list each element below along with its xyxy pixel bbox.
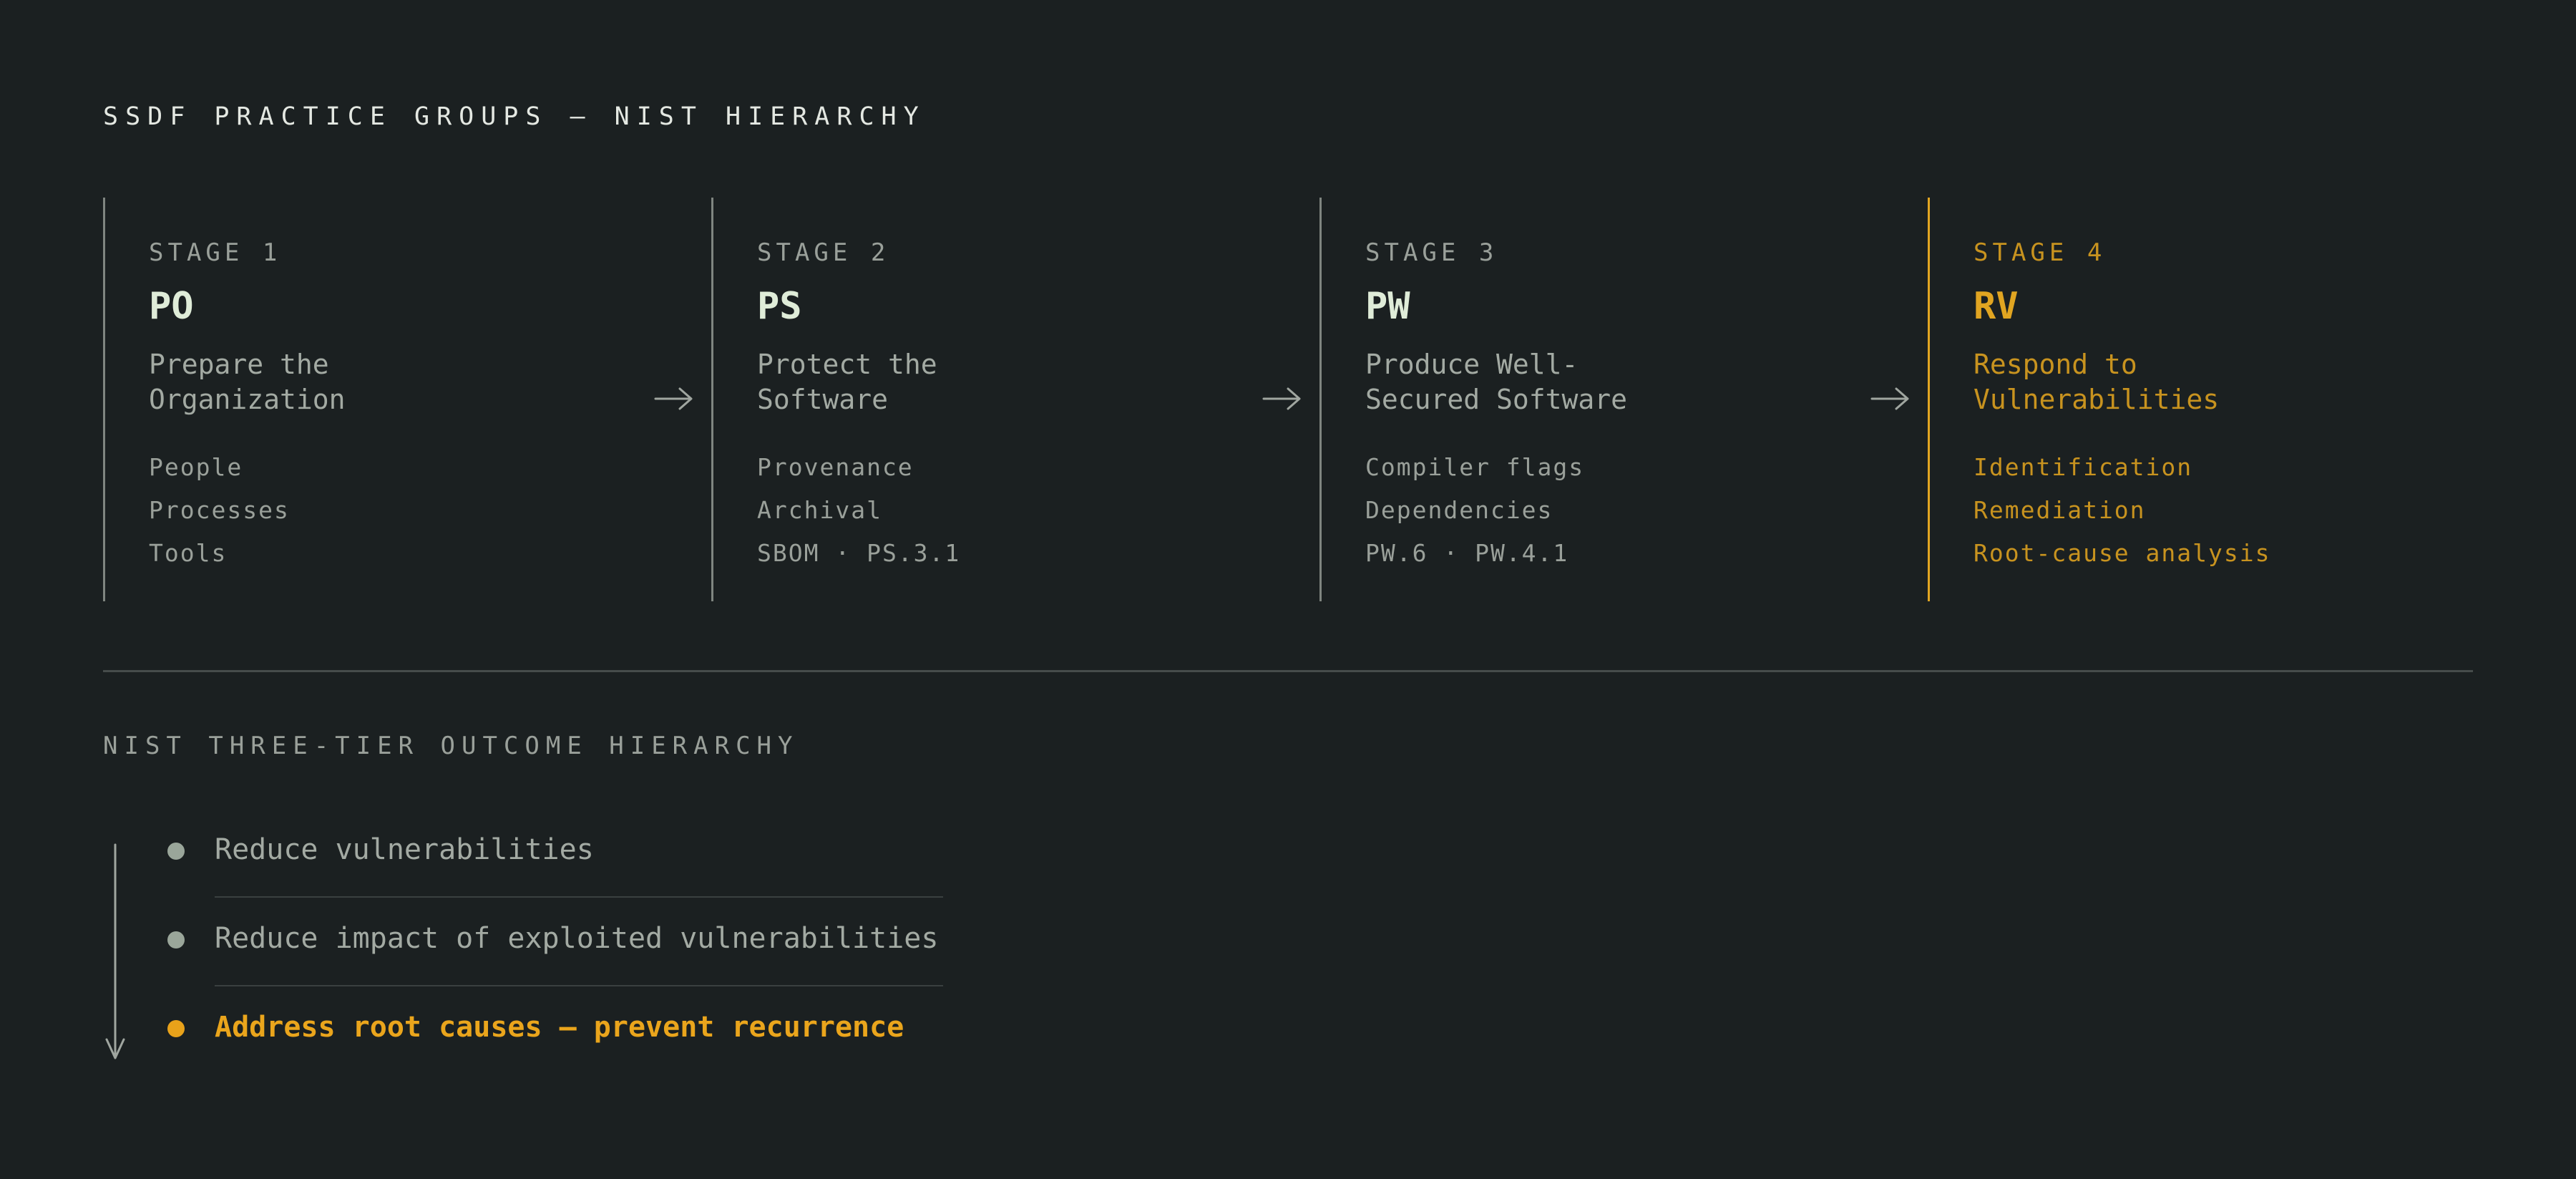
stage-label: STAGE 2 bbox=[757, 238, 890, 267]
tier-text: Address root causes — prevent recurrence bbox=[215, 1011, 904, 1044]
stage-code: PW bbox=[1365, 285, 1410, 328]
tier-divider bbox=[215, 985, 943, 986]
stage-code: PO bbox=[149, 285, 194, 328]
stage-label: STAGE 1 bbox=[149, 238, 282, 267]
dot-icon bbox=[167, 1020, 185, 1037]
stage-name-line: Respond to bbox=[1974, 349, 2137, 380]
hierarchy-title: NIST THREE-TIER OUTCOME HIERARCHY bbox=[103, 732, 799, 760]
tier-divider bbox=[215, 896, 943, 898]
stage-name: Respond to Vulnerabilities bbox=[1974, 347, 2403, 417]
stage-item: Identification bbox=[1974, 453, 2193, 481]
stage-name-line: Organization bbox=[149, 384, 346, 415]
stage-name: Protect the Software bbox=[757, 347, 1186, 417]
dot-icon bbox=[167, 931, 185, 948]
stage-name-line: Secured Software bbox=[1365, 384, 1628, 415]
arrow-down-icon bbox=[105, 843, 125, 1059]
arrow-right-icon bbox=[1262, 387, 1301, 410]
tier-text: Reduce impact of exploited vulnerabiliti… bbox=[215, 922, 939, 955]
stage-name-line: Vulnerabilities bbox=[1974, 384, 2220, 415]
stage-name: Produce Well- Secured Software bbox=[1365, 347, 1795, 417]
stage-item: People bbox=[149, 453, 243, 481]
stage-item: Archival bbox=[757, 496, 882, 524]
dot-icon bbox=[167, 843, 185, 860]
stage-name-line: Prepare the bbox=[149, 349, 329, 380]
stage-item: Provenance bbox=[757, 453, 914, 481]
stage-name-line: Produce Well- bbox=[1365, 349, 1579, 380]
page-title: SSDF PRACTICE GROUPS — NIST HIERARCHY bbox=[103, 102, 926, 131]
stage-name-line: Software bbox=[757, 384, 889, 415]
stage-item: Remediation bbox=[1974, 496, 2146, 524]
arrow-right-icon bbox=[654, 387, 693, 410]
stage-item: PW.6 · PW.4.1 bbox=[1365, 539, 1569, 567]
stage-card-pw: STAGE 3 PW Produce Well- Secured Softwar… bbox=[1319, 198, 1928, 601]
stage-code: RV bbox=[1974, 285, 2019, 328]
stage-item: Compiler flags bbox=[1365, 453, 1585, 481]
stage-card-ps: STAGE 2 PS Protect the Software Provenan… bbox=[711, 198, 1319, 601]
arrow-right-icon bbox=[1870, 387, 1909, 410]
stage-item: Processes bbox=[149, 496, 290, 524]
stage-label: STAGE 4 bbox=[1974, 238, 2107, 267]
stage-item: SBOM · PS.3.1 bbox=[757, 539, 961, 567]
stage-label: STAGE 3 bbox=[1365, 238, 1498, 267]
section-divider bbox=[103, 670, 2473, 672]
stage-item: Dependencies bbox=[1365, 496, 1553, 524]
stage-item-list: People Processes Tools bbox=[149, 446, 290, 575]
stage-item-list: Identification Remediation Root-cause an… bbox=[1974, 446, 2271, 575]
stage-name-line: Protect the bbox=[757, 349, 937, 380]
stage-item-list: Provenance Archival SBOM · PS.3.1 bbox=[757, 446, 960, 575]
stage-code: PS bbox=[757, 285, 802, 328]
stage-name: Prepare the Organization bbox=[149, 347, 578, 417]
stage-card-po: STAGE 1 PO Prepare the Organization Peop… bbox=[103, 198, 711, 601]
stage-card-rv: STAGE 4 RV Respond to Vulnerabilities Id… bbox=[1928, 198, 2536, 601]
tier-text: Reduce vulnerabilities bbox=[215, 833, 594, 866]
stage-item-list: Compiler flags Dependencies PW.6 · PW.4.… bbox=[1365, 446, 1584, 575]
stage-item: Tools bbox=[149, 539, 228, 567]
stage-item: Root-cause analysis bbox=[1974, 539, 2271, 567]
